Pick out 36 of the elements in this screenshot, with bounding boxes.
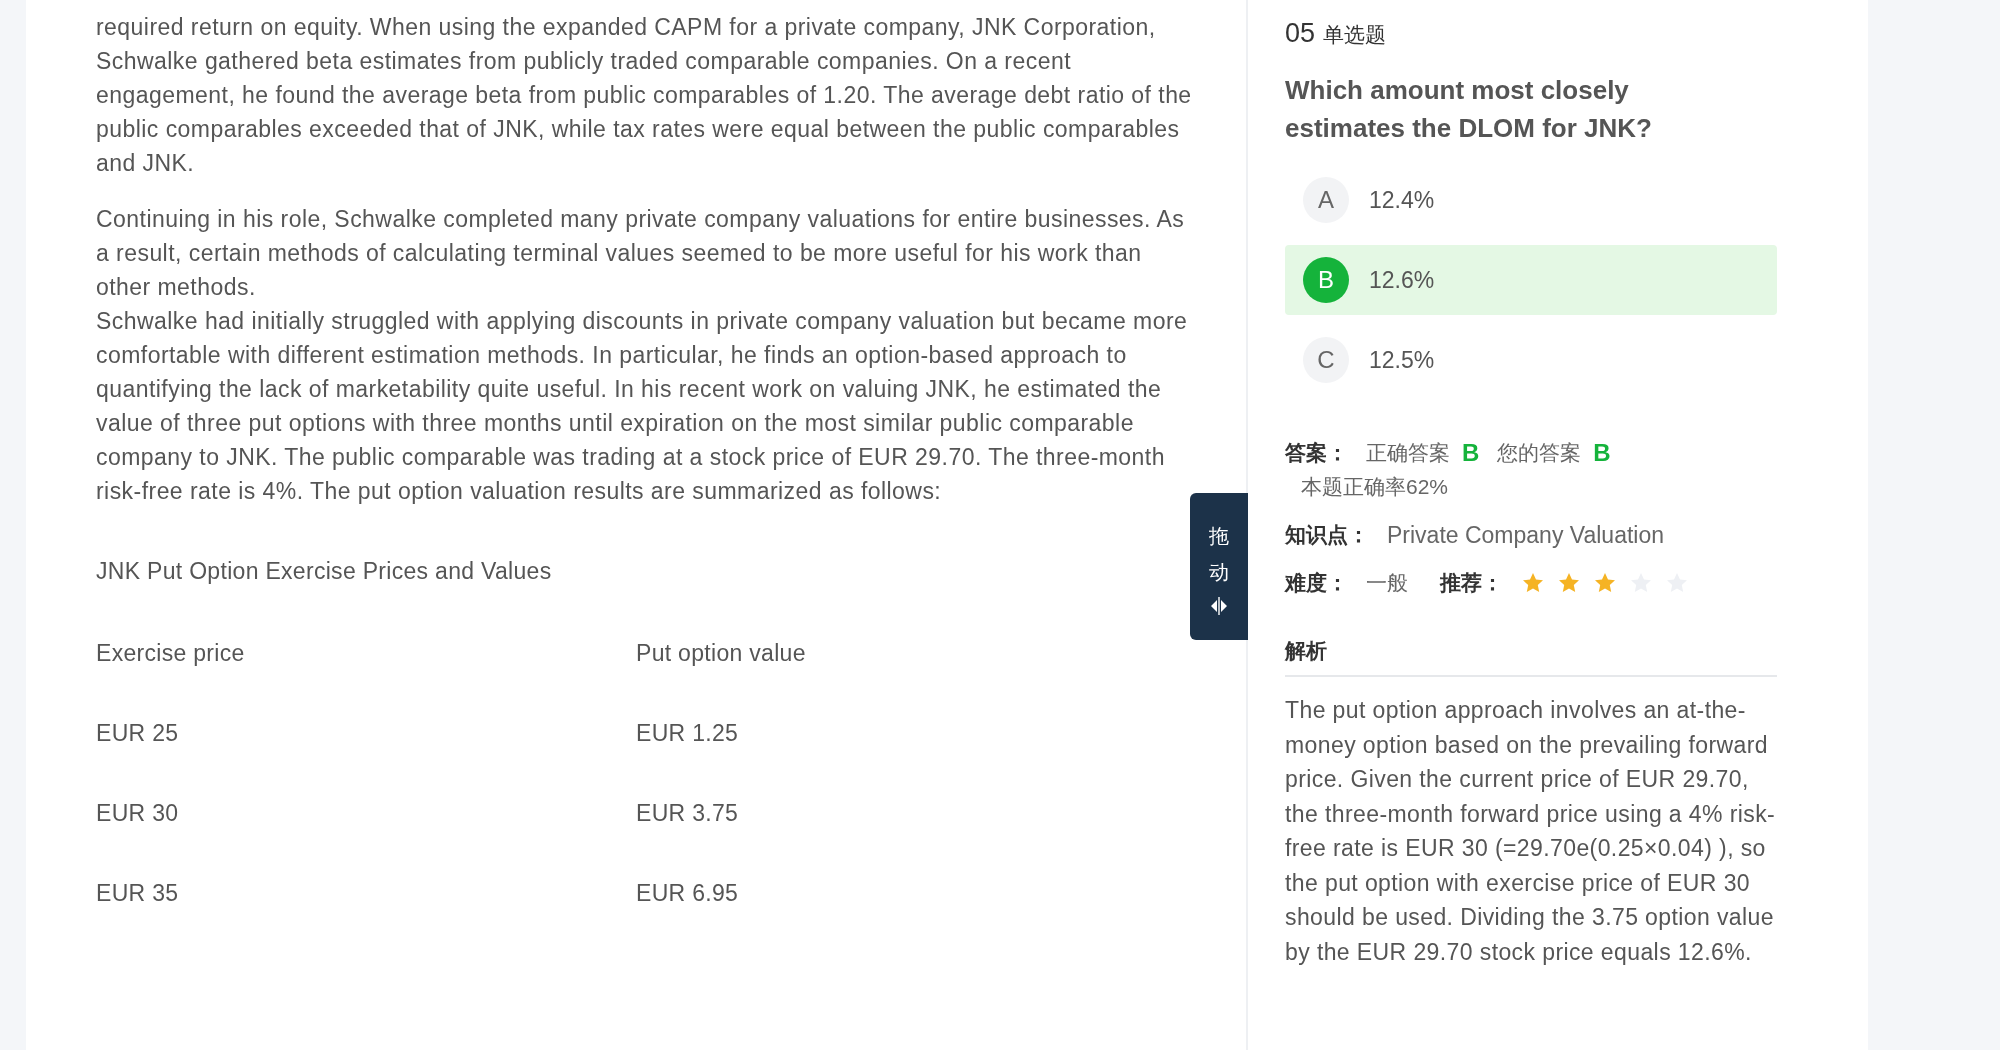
table-caption: JNK Put Option Exercise Prices and Values <box>96 558 553 585</box>
table-cell-text: EUR 6.95 <box>636 879 740 907</box>
accuracy-rate: 本题正确率62% <box>1301 474 1450 500</box>
table-cell-text: EUR 3.75 <box>636 799 740 827</box>
column-header: Exercise price <box>96 639 246 667</box>
drag-handle[interactable]: 拖动 <box>1190 493 1248 640</box>
answer-option[interactable]: C 12.5% <box>1285 325 1777 395</box>
column-header: Put option value <box>636 639 807 667</box>
correct-answer: B <box>1462 439 1480 467</box>
answer-option[interactable]: B 12.6% <box>1285 245 1777 315</box>
table-cell-text: EUR 1.25 <box>636 719 740 747</box>
answer-option[interactable]: A 12.4% <box>1285 165 1777 235</box>
difficulty-label: 难度： <box>1285 570 1348 596</box>
knowledge-value: Private Company Valuation <box>1387 521 1664 549</box>
passage-paragraph: required return on equity. When using the expanded CAPM for a private company, JNK Corporation, Schwalke gathered beta estimates from publicly traded comparable companies. On a recent engagement, he found the average beta from public comparables of 1.20. The average debt ratio of the public comparables exceeded that of JNK, while tax rates were equal between the public comparables and JNK. <box>96 13 1193 178</box>
star-icon <box>1593 571 1617 595</box>
analysis-text: The put option approach involves an at-the-money option based on the prevailing forward price. Given the current price of EUR 29.70, the three-month forward price using a 4% risk-free rate is EUR 30 (=29.70e(0.25×0.04) ), so the put option with exercise price of EUR 30 should be used. Dividing the 3.75 option value by the EUR 29.70 stock price equals 12.6%. <box>1285 696 1777 967</box>
table-cell-text: EUR 35 <box>96 879 180 907</box>
star-icon <box>1557 571 1581 595</box>
star-icon <box>1521 571 1545 595</box>
difficulty-value: 一般 <box>1366 570 1408 596</box>
resize-icon <box>1210 595 1228 616</box>
question-number: 05 <box>1285 18 1316 49</box>
question-type: 单选题 <box>1323 22 1387 48</box>
analysis-title: 解析 <box>1285 637 1777 677</box>
recommend-label: 推荐： <box>1440 570 1503 596</box>
question-text: Which amount most closely estimates the DLOM for JNK? <box>1285 74 1653 145</box>
passage-paragraph: Schwalke had initially struggled with applying discounts in private company valuation but became more comfortable with different estimation methods. In particular, he finds an option-based approach to quantifying the lack of marketability quite useful. In his recent work on valuing JNK, he estimated the value of three put options with three months until expiration on the most similar public comparable company to JNK. The public comparable was trading at a stock price of EUR 29.70. The three-month risk-free rate is 4%. The put option valuation results are summarized as follows: <box>96 307 1189 506</box>
your-answer-label: 您的答案 <box>1497 440 1582 466</box>
table-cell-text: EUR 25 <box>96 719 180 747</box>
answer-label: 答案： <box>1285 440 1348 466</box>
table-cell-text: EUR 30 <box>96 799 180 827</box>
knowledge-label: 知识点： <box>1285 522 1369 548</box>
correct-answer-label: 正确答案 <box>1366 440 1450 466</box>
your-answer: B <box>1593 439 1611 467</box>
passage-paragraph: Continuing in his role, Schwalke completed many private company valuations for entire businesses. As a result, certain methods of calculating terminal values seemed to be more useful for his work than other methods. <box>96 205 1186 302</box>
